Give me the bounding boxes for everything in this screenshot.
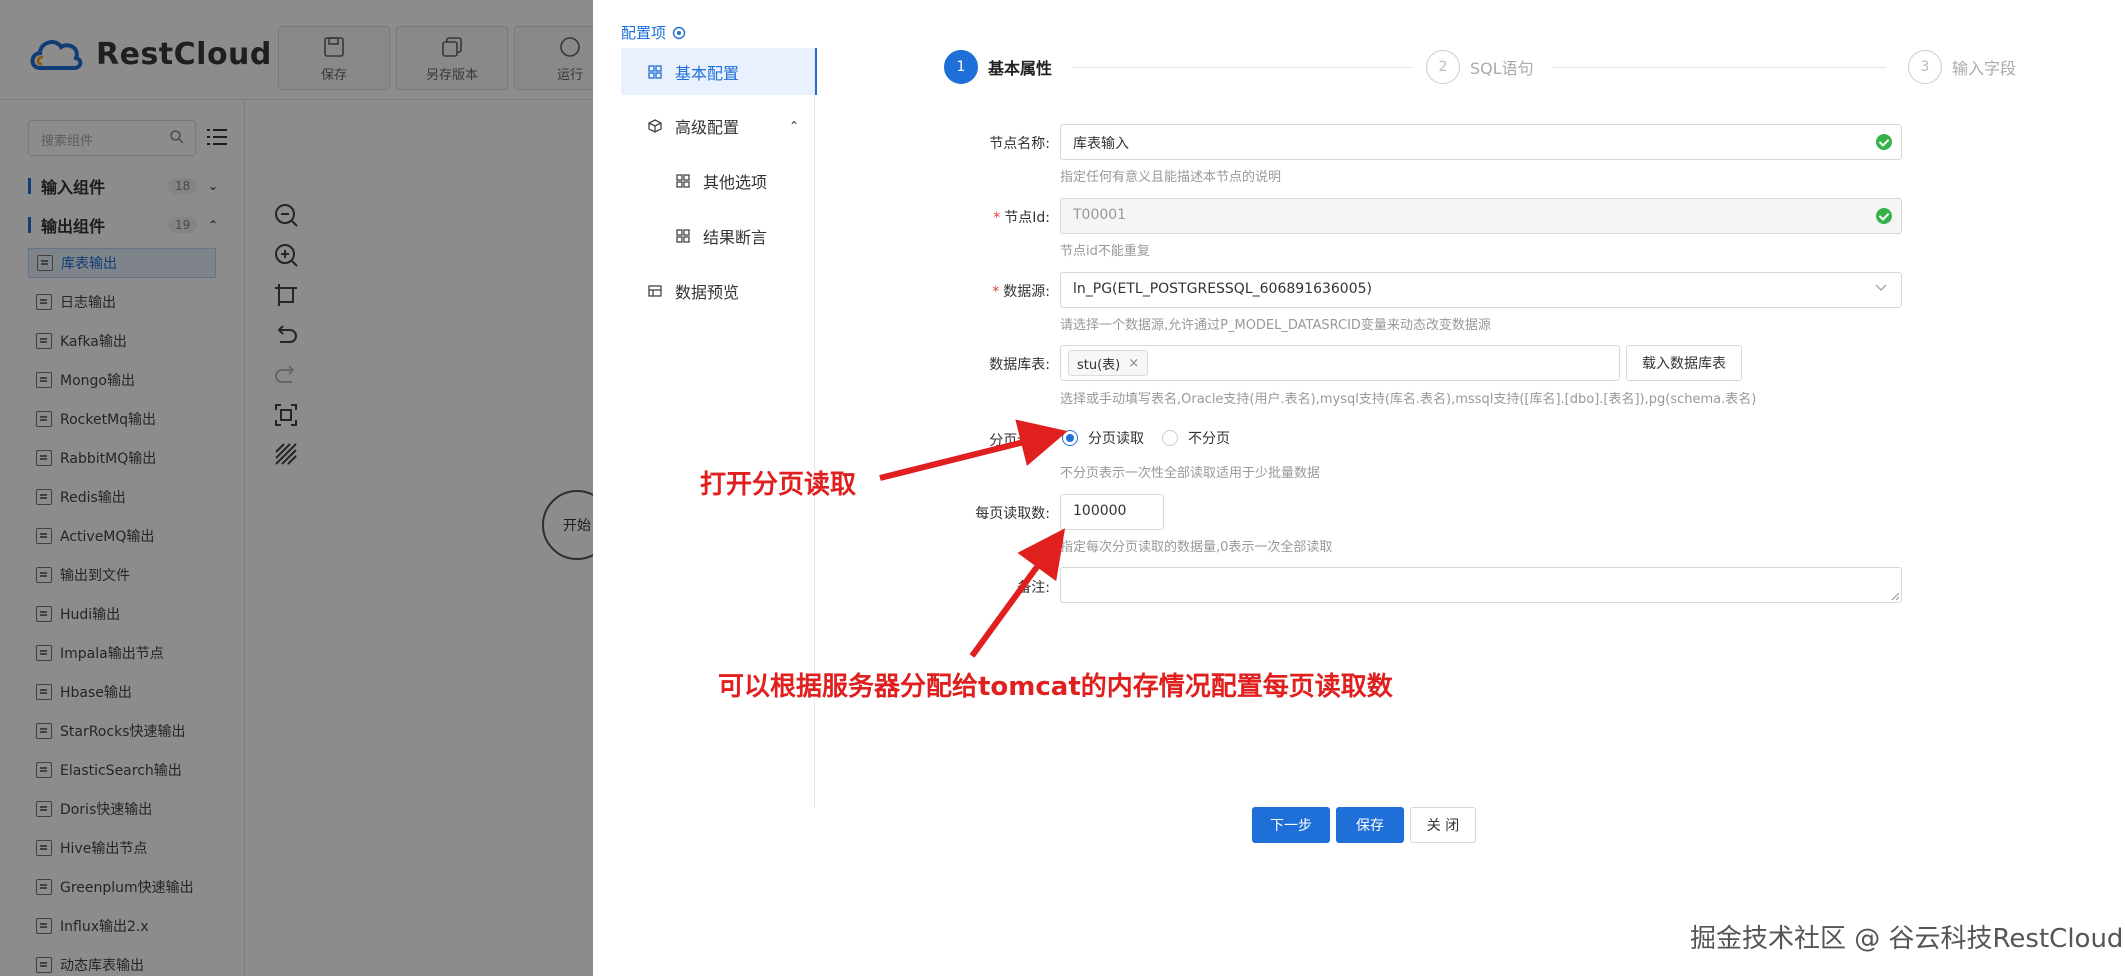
db-table-label: 数据库表: bbox=[850, 354, 1050, 374]
step-connector bbox=[1072, 67, 1412, 68]
db-table-hint: 选择或手动填写表名,Oracle支持(用户.表名),mysql支持(库名.表名)… bbox=[1060, 392, 1757, 407]
required-mark: * bbox=[992, 284, 1000, 300]
menu-label: 结果断言 bbox=[703, 228, 768, 247]
cube-icon bbox=[648, 119, 662, 133]
step-sql[interactable]: 2 SQL语句 bbox=[1426, 50, 1534, 84]
step-input-fields[interactable]: 3 输入字段 bbox=[1908, 50, 2016, 84]
next-step-button[interactable]: 下一步 bbox=[1252, 807, 1330, 843]
label-text: 数据库表: bbox=[989, 357, 1050, 373]
node-name-field[interactable]: 库表输入 bbox=[1060, 124, 1902, 160]
step-label: 输入字段 bbox=[1952, 59, 2017, 78]
paging-off-radio[interactable]: 不分页 bbox=[1162, 428, 1230, 448]
menu-label: 其他选项 bbox=[703, 173, 768, 192]
step-number: 3 bbox=[1908, 50, 1942, 84]
node-id-label: * 节点Id: bbox=[850, 207, 1050, 227]
config-menu: 基本配置 高级配置 ⌃ 其他选项 结果断言 数据预览 bbox=[621, 48, 817, 315]
load-table-button[interactable]: 载入数据库表 bbox=[1626, 345, 1742, 381]
field-value: 库表输入 bbox=[1073, 136, 1129, 152]
remark-textarea[interactable] bbox=[1060, 567, 1902, 603]
table-icon bbox=[648, 285, 662, 297]
step-connector bbox=[1552, 67, 1886, 68]
button-label: 下一步 bbox=[1270, 818, 1312, 834]
step-number: 1 bbox=[944, 50, 978, 84]
watermark: 掘金技术社区 @ 谷云科技RestCloud bbox=[1690, 924, 2124, 954]
grid-icon bbox=[676, 174, 690, 188]
field-value: 100000 bbox=[1073, 503, 1127, 519]
radio-label: 不分页 bbox=[1188, 431, 1230, 447]
menu-label: 高级配置 bbox=[675, 118, 740, 137]
page-size-field[interactable]: 100000 bbox=[1060, 494, 1164, 530]
menu-advanced-config[interactable]: 高级配置 ⌃ bbox=[621, 102, 817, 150]
menu-label: 数据预览 bbox=[675, 283, 740, 302]
label-text: 节点名称: bbox=[989, 136, 1050, 152]
node-name-label: 节点名称: bbox=[850, 133, 1050, 153]
paging-on-radio[interactable]: 分页读取 bbox=[1062, 428, 1144, 448]
required-mark: * bbox=[993, 210, 1001, 226]
button-label: 保存 bbox=[1356, 818, 1384, 834]
page-size-hint: 指定每次分页读取的数据量,0表示一次全部读取 bbox=[1060, 540, 1333, 555]
paging-hint: 不分页表示一次性全部读取适用于少批量数据 bbox=[1060, 466, 1321, 481]
field-value: T00001 bbox=[1073, 207, 1127, 223]
annotation-page-size-tip: 可以根据服务器分配给tomcat的内存情况配置每页读取数 bbox=[718, 672, 1393, 702]
step-number: 2 bbox=[1426, 50, 1460, 84]
step-label: 基本属性 bbox=[988, 59, 1053, 78]
valid-check-icon bbox=[1876, 134, 1892, 150]
chevron-down-icon[interactable] bbox=[1874, 283, 1888, 293]
paging-label: 分页读取: bbox=[850, 430, 1050, 450]
chevron-up-icon: ⌃ bbox=[788, 119, 799, 133]
annotation-enable-paging: 打开分页读取 bbox=[700, 470, 857, 500]
step-basic-properties[interactable]: 1 基本属性 bbox=[944, 50, 1052, 84]
menu-label: 基本配置 bbox=[675, 63, 740, 83]
field-value: ln_PG(ETL_POSTGRESSQL_606891636005) bbox=[1073, 281, 1372, 297]
grid-icon bbox=[676, 229, 690, 243]
menu-result-assertion[interactable]: 结果断言 bbox=[621, 212, 817, 260]
radio-label: 分页读取 bbox=[1088, 431, 1144, 447]
remark-label: 备注: bbox=[850, 577, 1050, 597]
save-button[interactable]: 保存 bbox=[1336, 807, 1404, 843]
node-id-field[interactable]: T00001 bbox=[1060, 198, 1902, 234]
page-size-label: 每页读取数: bbox=[850, 503, 1050, 523]
node-name-hint: 指定任何有意义且能描述本节点的说明 bbox=[1060, 170, 1282, 185]
datasource-hint: 请选择一个数据源,允许通过P_MODEL_DATASRCID变量来动态改变数据源 bbox=[1060, 318, 1491, 333]
button-label: 关 闭 bbox=[1426, 818, 1460, 834]
label-text: 分页读取: bbox=[989, 433, 1050, 449]
label-text: 备注: bbox=[1017, 580, 1050, 596]
target-icon bbox=[672, 26, 686, 39]
menu-basic-config[interactable]: 基本配置 bbox=[621, 48, 817, 95]
datasource-select[interactable]: ln_PG(ETL_POSTGRESSQL_606891636005) bbox=[1060, 272, 1902, 308]
menu-other-options[interactable]: 其他选项 bbox=[621, 157, 817, 205]
menu-data-preview[interactable]: 数据预览 bbox=[621, 267, 817, 315]
tag-label: stu(表) bbox=[1077, 357, 1121, 373]
config-title: 配置项 bbox=[621, 22, 686, 43]
step-label: SQL语句 bbox=[1470, 59, 1534, 78]
label-text: 数据源: bbox=[1003, 284, 1050, 300]
radio-dot bbox=[1162, 430, 1178, 446]
label-text: 每页读取数: bbox=[975, 506, 1050, 522]
radio-dot bbox=[1062, 430, 1078, 446]
label-text: 节点Id: bbox=[1004, 210, 1050, 226]
button-label: 载入数据库表 bbox=[1642, 356, 1726, 372]
table-tag: stu(表) × bbox=[1068, 350, 1149, 376]
node-id-hint: 节点id不能重复 bbox=[1060, 244, 1150, 259]
close-button[interactable]: 关 闭 bbox=[1410, 807, 1476, 843]
resize-handle-icon[interactable] bbox=[1890, 591, 1900, 601]
grid-icon bbox=[648, 64, 662, 79]
config-title-text: 配置项 bbox=[621, 24, 667, 42]
datasource-label: * 数据源: bbox=[850, 281, 1050, 301]
valid-check-icon bbox=[1876, 208, 1892, 224]
close-icon[interactable]: × bbox=[1128, 356, 1139, 371]
